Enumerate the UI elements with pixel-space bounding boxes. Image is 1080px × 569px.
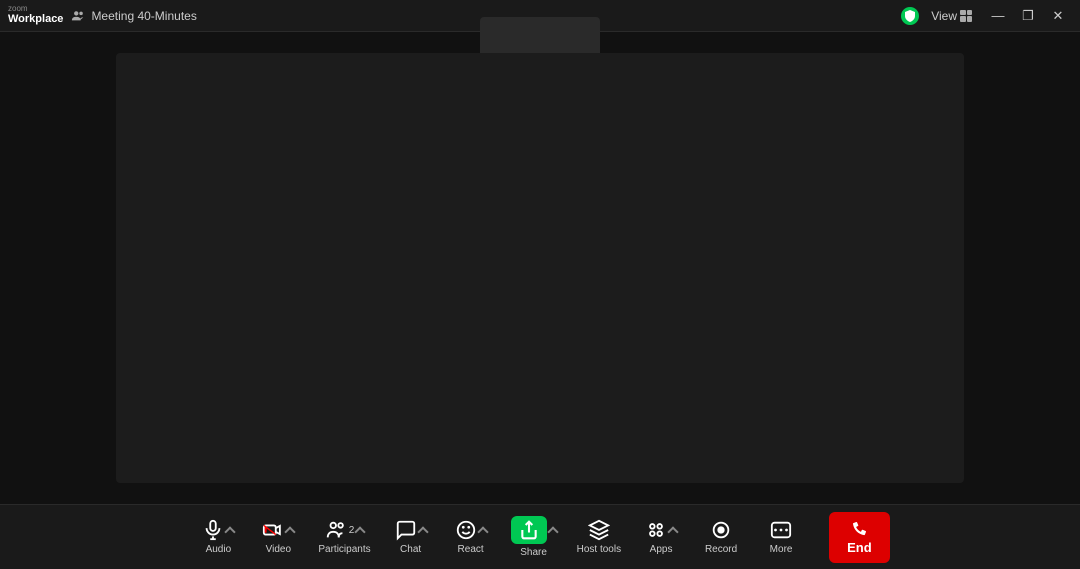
record-icon bbox=[710, 519, 732, 541]
audio-chevron-icon[interactable] bbox=[225, 526, 236, 537]
end-label: End bbox=[847, 540, 872, 555]
host-tools-icon bbox=[588, 519, 610, 541]
react-label: React bbox=[458, 544, 484, 555]
chat-button[interactable]: Chat bbox=[383, 513, 439, 561]
close-button[interactable]: ✕ bbox=[1044, 5, 1072, 27]
more-icon-row bbox=[770, 519, 792, 541]
restore-button[interactable]: ❐ bbox=[1014, 5, 1042, 27]
people-icon bbox=[71, 9, 85, 23]
react-button[interactable]: React bbox=[443, 513, 499, 561]
title-left: zoom Workplace Meeting 40-Minutes bbox=[8, 5, 197, 26]
main-content bbox=[0, 32, 1080, 504]
security-shield-icon bbox=[901, 7, 919, 25]
minimize-button[interactable]: — bbox=[984, 5, 1012, 27]
share-icon-bg bbox=[511, 516, 547, 544]
chat-chevron-icon[interactable] bbox=[417, 526, 428, 537]
participants-icon-row: 2 bbox=[325, 519, 365, 541]
share-icon bbox=[519, 520, 539, 540]
toolbar: Audio Video 2 Participants bbox=[0, 504, 1080, 569]
view-grid-icon bbox=[960, 10, 972, 22]
video-area bbox=[116, 53, 964, 483]
audio-label: Audio bbox=[206, 544, 232, 555]
participants-icon bbox=[325, 519, 347, 541]
record-icon-row bbox=[710, 519, 732, 541]
participants-chevron-icon[interactable] bbox=[355, 526, 366, 537]
chat-label: Chat bbox=[400, 544, 421, 555]
react-icon bbox=[455, 519, 477, 541]
audio-button[interactable]: Audio bbox=[190, 513, 246, 561]
share-icon-row bbox=[511, 516, 557, 544]
share-label: Share bbox=[520, 547, 547, 558]
workplace-text: Workplace bbox=[8, 13, 63, 26]
view-button[interactable]: View bbox=[925, 7, 978, 25]
video-icon bbox=[262, 519, 284, 541]
window-controls: — ❐ ✕ bbox=[984, 5, 1072, 27]
microphone-icon bbox=[202, 519, 224, 541]
more-button[interactable]: More bbox=[753, 513, 809, 561]
participants-label: Participants bbox=[318, 544, 370, 555]
video-chevron-icon[interactable] bbox=[285, 526, 296, 537]
view-label: View bbox=[931, 9, 957, 23]
small-video-strip bbox=[480, 17, 600, 53]
zoom-text: zoom bbox=[8, 5, 28, 13]
end-button-wrap: End bbox=[829, 512, 890, 563]
meeting-title-text: Meeting 40-Minutes bbox=[91, 9, 196, 23]
record-button[interactable]: Record bbox=[693, 513, 749, 561]
apps-button[interactable]: Apps bbox=[633, 513, 689, 561]
react-icon-row bbox=[455, 519, 487, 541]
share-chevron-icon[interactable] bbox=[547, 526, 558, 537]
share-button[interactable]: Share bbox=[503, 510, 565, 564]
more-label: More bbox=[770, 544, 793, 555]
audio-icon-row bbox=[202, 519, 234, 541]
end-call-icon bbox=[850, 520, 868, 538]
chat-icon-row bbox=[395, 519, 427, 541]
apps-chevron-icon[interactable] bbox=[667, 526, 678, 537]
apps-label: Apps bbox=[650, 544, 673, 555]
host-tools-icon-row bbox=[588, 519, 610, 541]
zoom-logo: zoom Workplace bbox=[8, 5, 63, 26]
react-chevron-icon[interactable] bbox=[477, 526, 488, 537]
apps-icon-row bbox=[645, 519, 677, 541]
video-button[interactable]: Video bbox=[250, 513, 306, 561]
video-label: Video bbox=[266, 544, 291, 555]
apps-icon bbox=[645, 519, 667, 541]
chat-icon bbox=[395, 519, 417, 541]
record-label: Record bbox=[705, 544, 737, 555]
meeting-title: Meeting 40-Minutes bbox=[71, 9, 196, 23]
title-right: View — ❐ ✕ bbox=[901, 5, 1072, 27]
host-tools-label: Host tools bbox=[577, 544, 621, 555]
end-button[interactable]: End bbox=[829, 512, 890, 563]
video-icon-row bbox=[262, 519, 294, 541]
host-tools-button[interactable]: Host tools bbox=[569, 513, 629, 561]
participants-button[interactable]: 2 Participants bbox=[310, 513, 378, 561]
participants-count: 2 bbox=[349, 525, 355, 536]
more-icon bbox=[770, 519, 792, 541]
